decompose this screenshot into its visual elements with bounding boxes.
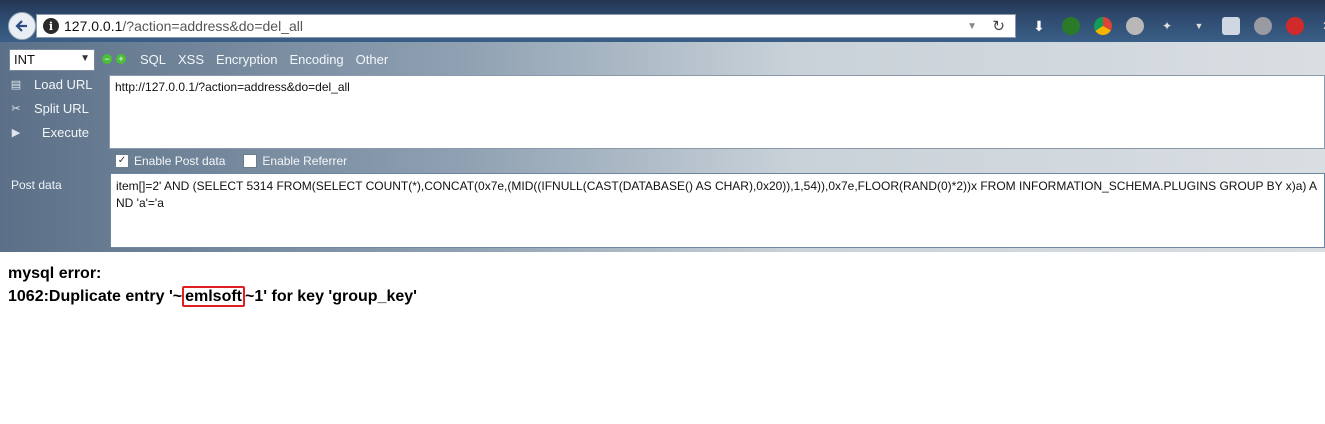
- menu-sql[interactable]: SQL: [140, 52, 166, 67]
- address-url[interactable]: 127.0.0.1/?action=address&do=del_all: [64, 18, 303, 34]
- toolbar-icons: ⬇ ✦ ▼ ✕: [1030, 14, 1325, 38]
- menu-encryption[interactable]: Encryption: [216, 52, 277, 67]
- enable-post-checkmark-icon: ✓: [115, 154, 129, 168]
- split-url-button[interactable]: ✂ Split URL: [8, 101, 89, 116]
- url-path: /?action=address&do=del_all: [122, 18, 303, 34]
- scissors-icon: ✂: [11, 103, 21, 115]
- back-button[interactable]: [8, 12, 36, 40]
- decrement-icon[interactable]: −: [102, 54, 112, 64]
- menu-encoding[interactable]: Encoding: [289, 52, 343, 67]
- split-url-label: Split URL: [34, 101, 89, 116]
- menu-xss[interactable]: XSS: [178, 52, 204, 67]
- enable-post-label: Enable Post data: [134, 154, 226, 168]
- url-host: 127.0.0.1: [64, 18, 123, 34]
- browser-toolbar: i 127.0.0.1/?action=address&do=del_all ▼…: [0, 0, 1325, 42]
- play-icon: ▶: [11, 127, 21, 139]
- download-icon[interactable]: ⬇: [1030, 17, 1048, 35]
- back-arrow-icon: [15, 20, 27, 32]
- user-extension-icon[interactable]: [1126, 17, 1144, 35]
- url-textarea[interactable]: http://127.0.0.1/?action=address&do=del_…: [109, 75, 1325, 149]
- error-heading: mysql error:: [8, 265, 102, 282]
- enable-referrer-checkbox[interactable]: Enable Referrer: [243, 154, 347, 168]
- chevron-down-icon: ▼: [80, 53, 90, 64]
- firebug-extension-icon[interactable]: [1254, 17, 1272, 35]
- green-icons: − +: [102, 54, 126, 64]
- load-url-icon: ▤: [10, 79, 22, 91]
- post-data-label: Post data: [11, 178, 62, 192]
- load-url-label: Load URL: [34, 77, 93, 92]
- address-bar[interactable]: i 127.0.0.1/?action=address&do=del_all ▼…: [36, 14, 1016, 38]
- chrome-icon[interactable]: [1094, 17, 1112, 35]
- menu-other[interactable]: Other: [356, 52, 389, 67]
- post-options: ✓ Enable Post data Enable Referrer: [115, 154, 347, 168]
- hackbar-menu: INT ▼ − + SQL XSS Encryption Encoding Ot…: [0, 48, 1325, 72]
- reload-icon[interactable]: ↻: [992, 17, 1005, 35]
- execute-button[interactable]: ▶ Execute: [8, 125, 89, 140]
- increment-icon[interactable]: +: [116, 54, 126, 64]
- post-data-textarea[interactable]: item[]=2' AND (SELECT 5314 FROM(SELECT C…: [110, 173, 1325, 248]
- menu-chevron-icon[interactable]: ▼: [1190, 17, 1208, 35]
- window-extension-icon[interactable]: [1222, 17, 1240, 35]
- error-suffix: ~1' for key 'group_key': [245, 288, 417, 305]
- load-url-button[interactable]: ▤ Load URL: [8, 77, 93, 92]
- error-prefix: 1062:Duplicate entry '~: [8, 288, 183, 305]
- enable-referrer-box: [243, 154, 258, 168]
- highlighted-database-name: emlsoft: [182, 286, 246, 307]
- enable-post-checkbox[interactable]: ✓ Enable Post data: [115, 154, 225, 168]
- hackbar-panel: INT ▼ − + SQL XSS Encryption Encoding Ot…: [0, 42, 1325, 252]
- tools-extension-icon[interactable]: ✦: [1158, 17, 1176, 35]
- execute-label: Execute: [42, 125, 89, 140]
- type-select-value: INT: [14, 52, 35, 67]
- record-extension-icon[interactable]: [1286, 17, 1304, 35]
- wrench-icon[interactable]: ✕: [1318, 17, 1325, 35]
- site-info-icon[interactable]: i: [43, 18, 59, 34]
- history-dropdown-icon[interactable]: ▼: [967, 21, 977, 32]
- type-select[interactable]: INT ▼: [9, 49, 95, 71]
- page-result: mysql error: 1062:Duplicate entry '~ emls…: [8, 262, 417, 308]
- hackbar-menu-items: SQL XSS Encryption Encoding Other: [140, 52, 400, 67]
- enable-referrer-label: Enable Referrer: [262, 154, 348, 168]
- shield-extension-icon[interactable]: [1062, 17, 1080, 35]
- error-message: 1062:Duplicate entry '~ emlsoft ~1' for ke…: [8, 285, 417, 308]
